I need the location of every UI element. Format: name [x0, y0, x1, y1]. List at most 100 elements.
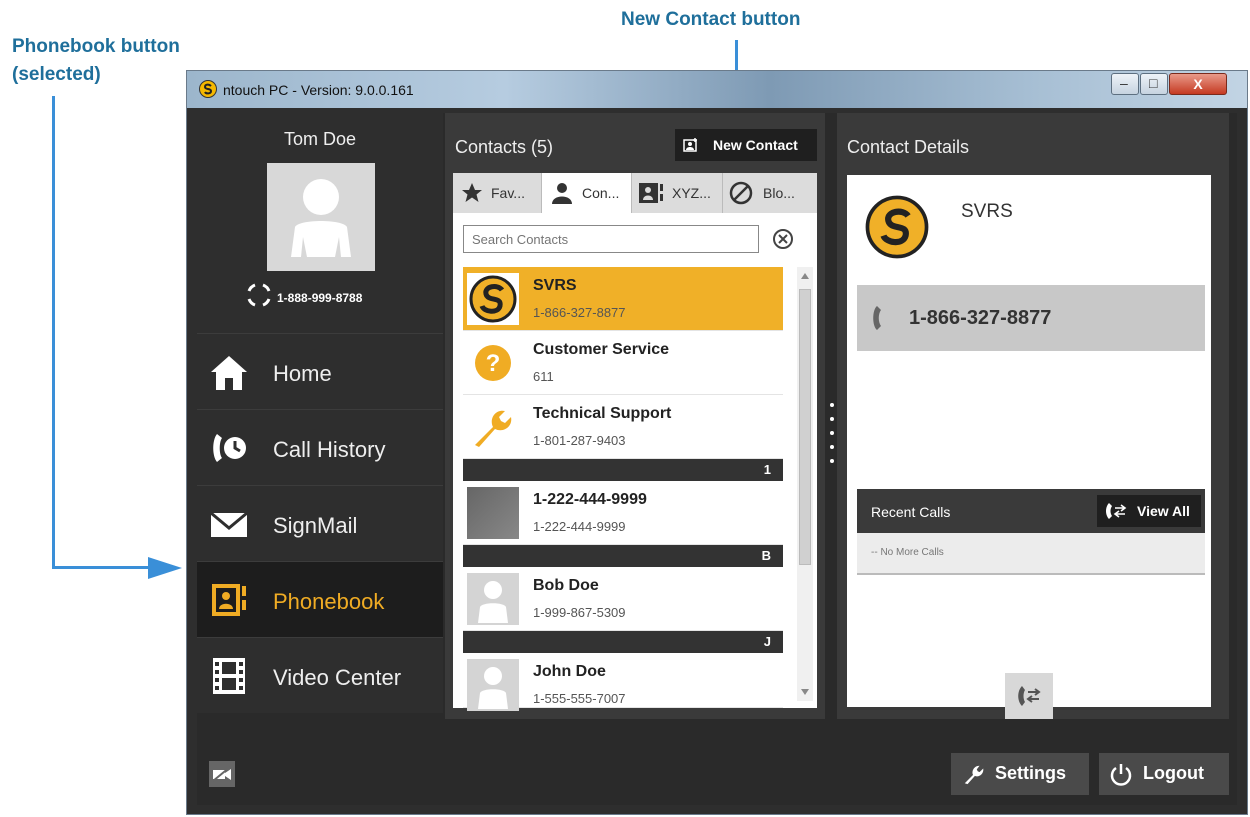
power-icon [1110, 764, 1132, 786]
contact-details-card: SVRS 1-866-327-8877 Recent Calls View Al… [847, 175, 1211, 719]
tab-blocked[interactable]: Blo... [723, 173, 817, 213]
section-header: 1 [463, 459, 783, 481]
contact-details-panel: Contact Details SVRS 1-866-327-8877 Rece… [837, 113, 1229, 719]
person-icon [291, 179, 351, 257]
contacts-scrollbar[interactable] [797, 267, 813, 701]
panel-splitter[interactable] [829, 403, 835, 463]
user-phone: 1-888-999-8788 [277, 291, 363, 305]
nav-call-history[interactable]: Call History [197, 409, 443, 485]
contact-name: Technical Support [533, 405, 672, 422]
logout-button[interactable]: Logout [1099, 753, 1229, 795]
new-contact-button[interactable]: New Contact [675, 129, 817, 161]
nav-signmail[interactable]: SignMail [197, 485, 443, 561]
contacts-title: Contacts (5) [455, 137, 554, 157]
contact-photo [467, 487, 519, 539]
question-icon: ? [475, 345, 511, 381]
search-contacts-input[interactable] [463, 225, 759, 253]
scroll-down-icon[interactable] [801, 689, 809, 695]
nav-video-center-label: Video Center [273, 665, 402, 690]
wrench-icon [964, 765, 984, 785]
contact-details-title: Contact Details [847, 137, 970, 157]
details-phone-row[interactable]: 1-866-327-8877 [857, 285, 1205, 351]
details-phone: 1-866-327-8877 [909, 307, 1052, 329]
call-history-icon [213, 434, 246, 462]
nav-video-center[interactable]: Video Center [197, 637, 443, 713]
contact-phone: 1-999-867-5309 [533, 605, 626, 620]
person-icon [552, 183, 572, 204]
call-history-icon [1106, 503, 1127, 519]
settings-label: Settings [995, 763, 1067, 783]
tab-contacts-label: Con... [582, 185, 620, 201]
contact-row-1-222-444-9999[interactable]: 1-222-444-9999 1-222-444-9999 [463, 481, 783, 545]
no-more-calls-text: -- No More Calls [871, 547, 944, 558]
title-bar: ntouch PC - Version: 9.0.0.161 – □ X [187, 71, 1247, 108]
contact-phone: 1-222-444-9999 [533, 519, 626, 534]
app-logo-icon [199, 80, 217, 98]
contacts-panel: Contacts (5) New Contact Fav... Con... X… [445, 113, 825, 719]
settings-button[interactable]: Settings [951, 753, 1089, 795]
nav-signmail-label: SignMail [273, 513, 358, 538]
contact-row-john-doe[interactable]: John Doe 1-555-555-7007 [463, 653, 783, 711]
blocked-icon [729, 181, 753, 205]
nav-phonebook[interactable]: Phonebook [197, 561, 443, 637]
tab-contacts[interactable]: Con... [542, 173, 632, 213]
scroll-up-icon[interactable] [801, 273, 809, 279]
phone-icon [873, 306, 881, 330]
contact-row-svrs[interactable]: SVRS 1-866-327-8877 [463, 267, 783, 331]
camera-off-icon [212, 766, 231, 782]
contact-phone: 611 [533, 369, 554, 384]
contact-name: Bob Doe [533, 577, 599, 594]
annotation-arrow-horizontal-left [52, 566, 152, 569]
section-header-label: B [761, 548, 771, 563]
recent-calls-label: Recent Calls [871, 504, 951, 520]
tab-favorites[interactable]: Fav... [453, 173, 542, 213]
window-title: ntouch PC - Version: 9.0.0.161 [223, 82, 414, 98]
nav-home[interactable]: Home [197, 333, 443, 409]
close-button[interactable]: X [1169, 73, 1227, 95]
phonebook-icon [212, 584, 246, 616]
call-button[interactable] [1005, 673, 1053, 719]
camera-off-button[interactable] [209, 761, 235, 787]
app-client-area: Tom Doe 1-888-999-8788 Home Call History [197, 113, 1237, 805]
view-all-button[interactable]: View All [1097, 495, 1201, 527]
contact-name: SVRS [533, 277, 577, 294]
contact-phone: 1-555-555-7007 [533, 691, 626, 706]
contacts-tabs: Fav... Con... XYZ... Blo... [453, 173, 817, 213]
recent-calls-list: -- No More Calls [857, 533, 1205, 575]
film-icon [213, 658, 245, 694]
person-icon [467, 573, 519, 625]
clear-search-icon[interactable] [771, 227, 795, 251]
nav-phonebook-label: Phonebook [273, 589, 385, 614]
envelope-icon [210, 511, 248, 537]
tab-xyz[interactable]: XYZ... [632, 173, 723, 213]
contact-row-technical-support[interactable]: Technical Support 1-801-287-9403 [463, 395, 783, 459]
section-header: B [463, 545, 783, 567]
section-header-label: 1 [763, 462, 771, 477]
new-contact-label: New Contact [713, 137, 798, 153]
logout-label: Logout [1143, 763, 1204, 783]
section-header-label: J [763, 634, 771, 649]
user-avatar[interactable] [267, 163, 375, 271]
svrs-logo-icon [467, 273, 519, 325]
call-transfer-icon [1018, 686, 1041, 706]
contact-row-customer-service[interactable]: ? Customer Service 611 [463, 331, 783, 395]
view-all-label: View All [1137, 503, 1190, 519]
contact-card-icon [639, 183, 663, 203]
contact-row-bob-doe[interactable]: Bob Doe 1-999-867-5309 [463, 567, 783, 631]
new-contact-icon [683, 138, 697, 152]
maximize-button[interactable]: □ [1140, 73, 1168, 95]
nav-call-history-label: Call History [273, 437, 386, 462]
user-name: Tom Doe [283, 129, 357, 149]
signal-icon [247, 283, 271, 307]
tab-xyz-label: XYZ... [672, 185, 711, 201]
minimize-label: – [1120, 75, 1128, 91]
contact-phone: 1-866-327-8877 [533, 305, 626, 320]
sidebar: Tom Doe 1-888-999-8788 Home Call History [197, 113, 443, 713]
scrollbar-thumb[interactable] [799, 289, 811, 565]
annotation-arrowhead-right [148, 557, 182, 579]
phonebook-annotation-line1: Phonebook button [12, 36, 180, 57]
minimize-button[interactable]: – [1111, 73, 1139, 95]
contacts-list-area: SVRS 1-866-327-8877 ? Customer Service 6… [453, 213, 817, 711]
app-window: ntouch PC - Version: 9.0.0.161 – □ X Tom… [186, 70, 1248, 815]
phonebook-annotation-line2: (selected) [12, 64, 101, 85]
